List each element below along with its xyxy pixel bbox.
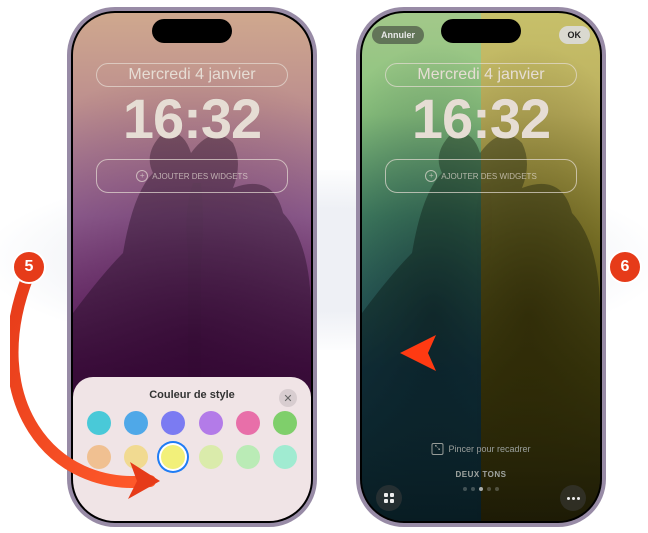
dynamic-island	[441, 19, 521, 43]
lock-clock[interactable]: 16:32	[123, 91, 261, 147]
swatch-row-2	[87, 445, 297, 469]
plus-icon: +	[425, 170, 437, 182]
phone-step-5: Mercredi 4 janvier 16:32 + AJOUTER DES W…	[67, 7, 317, 527]
color-swatch[interactable]	[199, 411, 223, 435]
more-button[interactable]	[560, 485, 586, 511]
color-swatch[interactable]	[124, 411, 148, 435]
color-swatch[interactable]	[87, 445, 111, 469]
color-swatch[interactable]	[161, 445, 185, 469]
date-outline[interactable]: Mercredi 4 janvier	[385, 63, 577, 87]
step-badge-5: 5	[12, 250, 46, 284]
sheet-title: Couleur de style	[87, 389, 297, 401]
add-widgets-button[interactable]: + AJOUTER DES WIDGETS	[385, 159, 577, 193]
step-badge-6: 6	[608, 250, 642, 284]
grid-icon	[384, 493, 394, 503]
add-widgets-label: AJOUTER DES WIDGETS	[441, 172, 537, 181]
color-swatch[interactable]	[87, 411, 111, 435]
color-swatch[interactable]	[273, 445, 297, 469]
color-swatch[interactable]	[236, 445, 260, 469]
phone-step-6: Annuler OK Mercredi 4 janvier 16:32 + AJ…	[356, 7, 606, 527]
color-swatch[interactable]	[236, 411, 260, 435]
style-color-sheet: Couleur de style ✕	[73, 377, 311, 521]
figure: Mercredi 4 janvier 16:32 + AJOUTER DES W…	[0, 0, 648, 533]
color-swatch[interactable]	[124, 445, 148, 469]
lockscreen-ui: Mercredi 4 janvier 16:32 + AJOUTER DES W…	[362, 13, 600, 521]
color-swatch[interactable]	[161, 411, 185, 435]
phone-screen: Mercredi 4 janvier 16:32 + AJOUTER DES W…	[73, 13, 311, 521]
ellipsis-icon	[567, 497, 580, 500]
lock-date: Mercredi 4 janvier	[128, 66, 255, 84]
lock-clock[interactable]: 16:32	[412, 91, 550, 147]
date-outline[interactable]: Mercredi 4 janvier	[96, 63, 288, 87]
add-widgets-label: AJOUTER DES WIDGETS	[152, 172, 248, 181]
lock-date: Mercredi 4 janvier	[417, 66, 544, 84]
swatch-row-1	[87, 411, 297, 435]
sheet-close-button[interactable]: ✕	[279, 389, 297, 407]
phone-screen: Annuler OK Mercredi 4 janvier 16:32 + AJ…	[362, 13, 600, 521]
cancel-button[interactable]: Annuler	[372, 26, 424, 44]
dynamic-island	[152, 19, 232, 43]
ok-button[interactable]: OK	[559, 26, 591, 44]
editor-bottom-bar	[362, 483, 600, 513]
color-swatch[interactable]	[199, 445, 223, 469]
color-swatch[interactable]	[273, 411, 297, 435]
add-widgets-button[interactable]: + AJOUTER DES WIDGETS	[96, 159, 288, 193]
wallpaper-grid-button[interactable]	[376, 485, 402, 511]
plus-icon: +	[136, 170, 148, 182]
